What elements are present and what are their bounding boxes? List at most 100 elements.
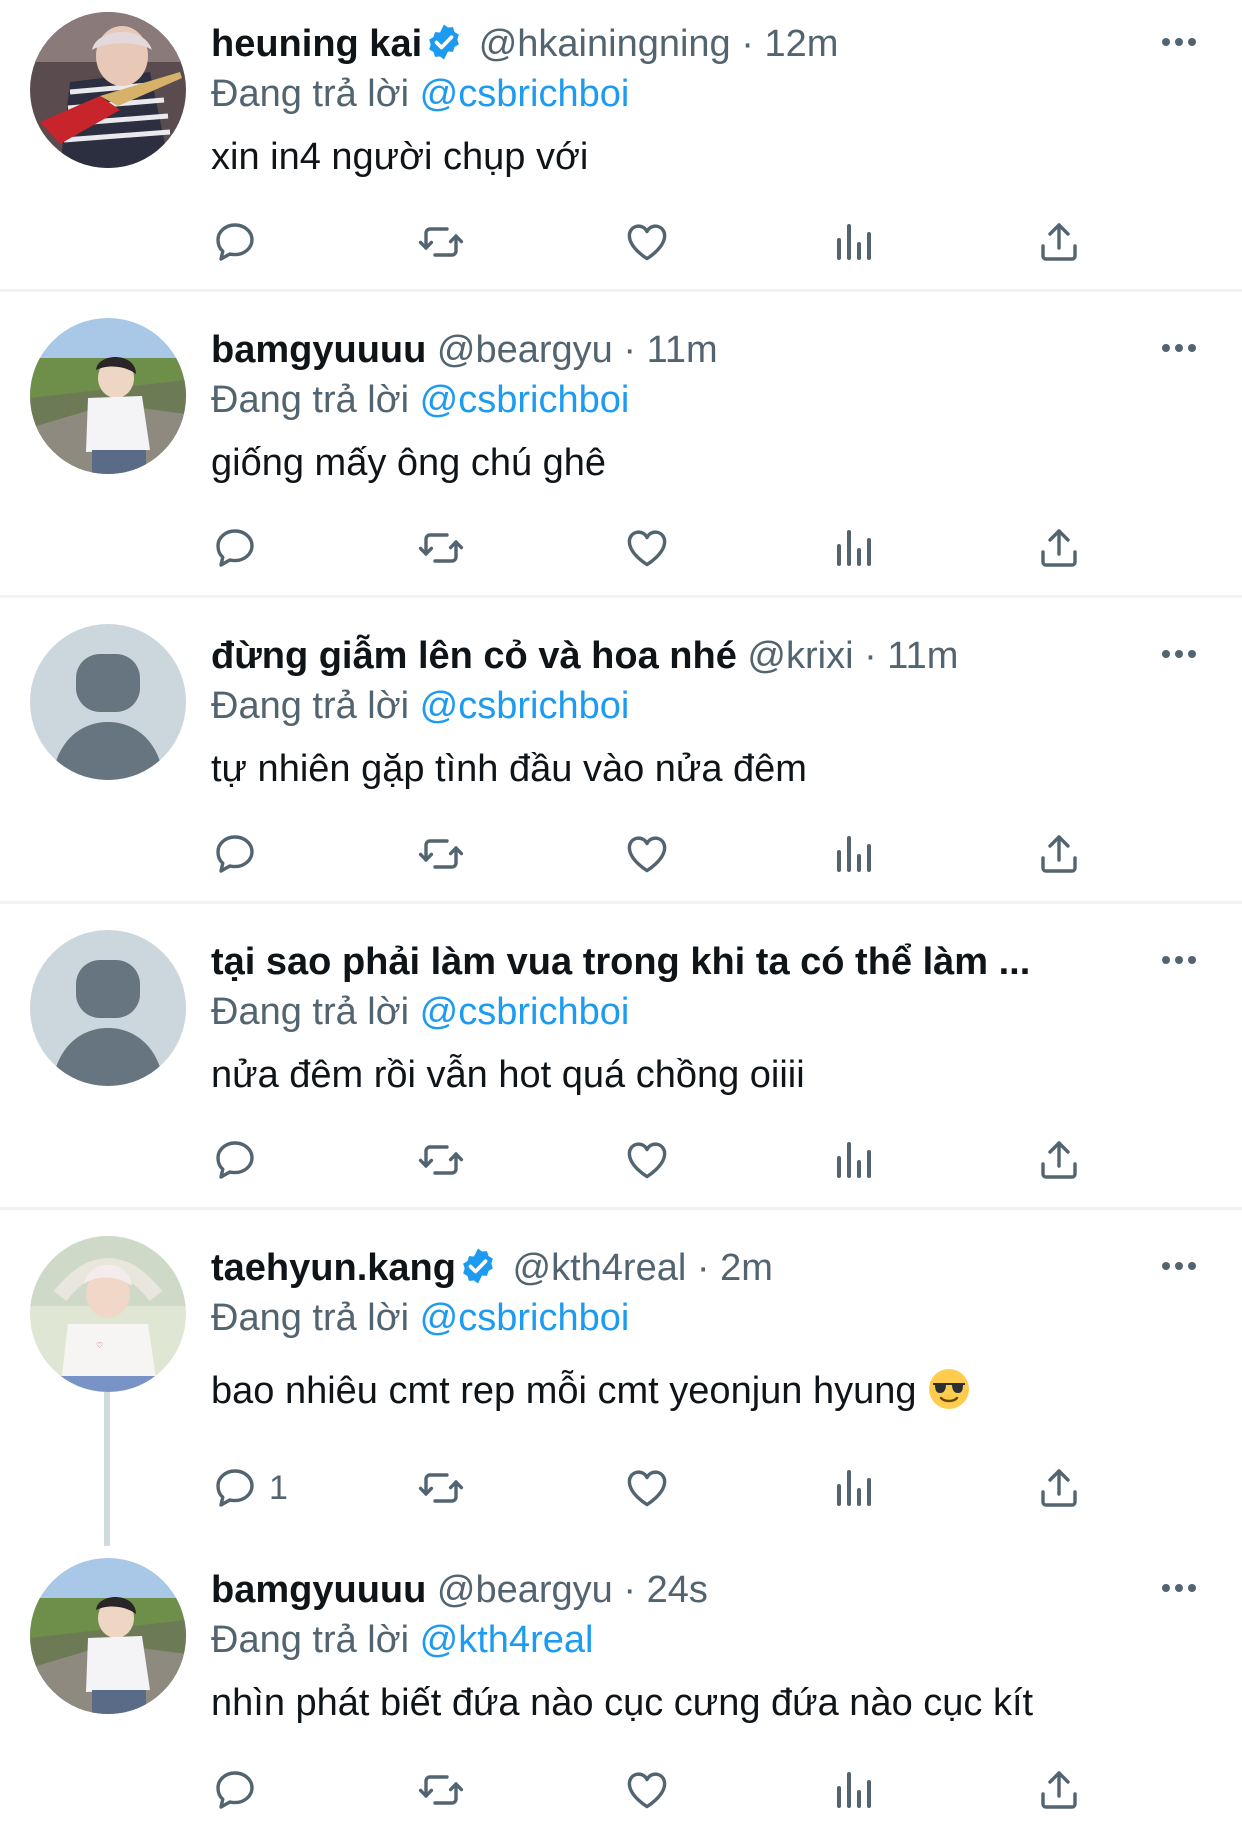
like-button[interactable] bbox=[623, 1460, 671, 1516]
retweet-button[interactable] bbox=[417, 826, 465, 882]
like-button[interactable] bbox=[623, 214, 671, 270]
timestamp[interactable]: 2m bbox=[720, 1247, 773, 1289]
timestamp[interactable]: 12m bbox=[764, 23, 838, 65]
share-icon bbox=[1035, 524, 1083, 572]
display-name[interactable]: heuning kai bbox=[211, 23, 422, 65]
like-button[interactable] bbox=[623, 826, 671, 882]
tweet-text: tự nhiên gặp tình đầu vào nửa đêm bbox=[211, 748, 807, 790]
retweet-icon bbox=[417, 1464, 465, 1512]
reply-mention-link[interactable]: @csbrichboi bbox=[420, 73, 630, 115]
like-button[interactable] bbox=[623, 520, 671, 576]
timestamp[interactable]: 24s bbox=[647, 1569, 708, 1611]
tweet-item[interactable]: tại sao phải làm vua trong khi ta có thể… bbox=[0, 918, 1242, 1210]
reply-icon bbox=[211, 1766, 259, 1814]
more-options-icon[interactable] bbox=[1158, 1246, 1200, 1286]
user-handle[interactable]: @hkainingning bbox=[479, 23, 731, 65]
avatar[interactable] bbox=[30, 318, 186, 474]
timestamp[interactable]: 11m bbox=[887, 635, 958, 677]
more-options-icon[interactable] bbox=[1158, 1568, 1200, 1608]
retweet-button[interactable] bbox=[417, 1460, 465, 1516]
bar-chart-icon bbox=[829, 218, 877, 266]
more-options-icon[interactable] bbox=[1158, 22, 1200, 62]
reply-mention-link[interactable]: @csbrichboi bbox=[420, 991, 630, 1033]
tweet-text: nhìn phát biết đứa nào cục cưng đứa nào … bbox=[211, 1682, 1034, 1724]
action-bar bbox=[211, 1132, 1111, 1188]
reply-button[interactable] bbox=[211, 826, 269, 882]
more-options-icon[interactable] bbox=[1158, 634, 1200, 674]
avatar[interactable] bbox=[30, 930, 186, 1086]
retweet-button[interactable] bbox=[417, 520, 465, 576]
action-bar bbox=[211, 826, 1111, 882]
tweet-item[interactable]: đừng giẫm lên cỏ và hoa nhé @krixi · 11m… bbox=[0, 612, 1242, 904]
separator-dot: · bbox=[696, 1247, 710, 1289]
reply-mention-link[interactable]: @csbrichboi bbox=[420, 685, 630, 727]
like-button[interactable] bbox=[623, 1762, 671, 1818]
avatar[interactable] bbox=[30, 1558, 186, 1714]
tweet-header: tại sao phải làm vua trong khi ta có thể… bbox=[211, 938, 1111, 986]
tweet-item[interactable]: bamgyuuuu @beargyu · 24s Đang trả lời @k… bbox=[0, 1546, 1242, 1823]
reply-button[interactable] bbox=[211, 214, 269, 270]
reply-mention-link[interactable]: @csbrichboi bbox=[420, 1297, 630, 1339]
heart-icon bbox=[623, 524, 671, 572]
heart-icon bbox=[623, 1464, 671, 1512]
share-button[interactable] bbox=[1035, 520, 1083, 576]
share-icon bbox=[1035, 830, 1083, 878]
reply-label: Đang trả lời bbox=[211, 1619, 410, 1661]
user-handle[interactable]: @beargyu bbox=[437, 329, 613, 371]
retweet-button[interactable] bbox=[417, 1132, 465, 1188]
tweet-text: giống mấy ông chú ghê bbox=[211, 442, 607, 484]
display-name[interactable]: đừng giẫm lên cỏ và hoa nhé bbox=[211, 635, 737, 677]
retweet-icon bbox=[417, 218, 465, 266]
tweet-item[interactable]: heuning kai @hkainingning · 12m Đang trả… bbox=[0, 0, 1242, 292]
views-button[interactable] bbox=[829, 826, 877, 882]
action-bar bbox=[211, 214, 1111, 270]
tweet-text: nửa đêm rồi vẫn hot quá chồng oiiii bbox=[211, 1054, 805, 1096]
share-button[interactable] bbox=[1035, 826, 1083, 882]
views-button[interactable] bbox=[829, 214, 877, 270]
like-button[interactable] bbox=[623, 1132, 671, 1188]
more-options-icon[interactable] bbox=[1158, 328, 1200, 368]
avatar[interactable] bbox=[30, 1236, 186, 1392]
reply-button[interactable]: 1 bbox=[211, 1460, 288, 1516]
share-button[interactable] bbox=[1035, 1460, 1083, 1516]
avatar[interactable] bbox=[30, 624, 186, 780]
user-handle[interactable]: @krixi bbox=[747, 635, 853, 677]
tweet-header: heuning kai @hkainingning · 12m bbox=[211, 20, 1111, 68]
share-button[interactable] bbox=[1035, 1132, 1083, 1188]
bar-chart-icon bbox=[829, 1766, 877, 1814]
display-name[interactable]: bamgyuuuu bbox=[211, 1569, 426, 1611]
views-button[interactable] bbox=[829, 1132, 877, 1188]
reply-button[interactable] bbox=[211, 1762, 269, 1818]
display-name[interactable]: taehyun.kang bbox=[211, 1247, 456, 1289]
bar-chart-icon bbox=[829, 1136, 877, 1184]
reply-button[interactable] bbox=[211, 520, 269, 576]
reply-mention-link[interactable]: @kth4real bbox=[420, 1619, 594, 1661]
display-name[interactable]: tại sao phải làm vua trong khi ta có thể… bbox=[211, 941, 1030, 983]
user-handle[interactable]: @kth4real bbox=[513, 1247, 687, 1289]
avatar[interactable] bbox=[30, 12, 186, 168]
reply-context: Đang trả lời @csbrichboi bbox=[211, 682, 629, 730]
reply-icon bbox=[211, 218, 259, 266]
timestamp[interactable]: 11m bbox=[647, 329, 718, 371]
tweet-header: bamgyuuuu @beargyu · 11m bbox=[211, 326, 1111, 374]
share-button[interactable] bbox=[1035, 1762, 1083, 1818]
reply-context: Đang trả lời @kth4real bbox=[211, 1616, 593, 1664]
views-button[interactable] bbox=[829, 1460, 877, 1516]
views-button[interactable] bbox=[829, 1762, 877, 1818]
retweet-icon bbox=[417, 524, 465, 572]
retweet-button[interactable] bbox=[417, 214, 465, 270]
tweet-item[interactable]: bamgyuuuu @beargyu · 11m Đang trả lời @c… bbox=[0, 306, 1242, 598]
reply-mention-link[interactable]: @csbrichboi bbox=[420, 379, 630, 421]
views-button[interactable] bbox=[829, 520, 877, 576]
action-bar bbox=[211, 1762, 1111, 1818]
user-handle[interactable]: @beargyu bbox=[437, 1569, 613, 1611]
share-button[interactable] bbox=[1035, 214, 1083, 270]
reply-button[interactable] bbox=[211, 1132, 269, 1188]
display-name[interactable]: bamgyuuuu bbox=[211, 329, 426, 371]
more-options-icon[interactable] bbox=[1158, 940, 1200, 980]
tweet-item[interactable]: taehyun.kang @kth4real · 2m Đang trả lời… bbox=[0, 1224, 1242, 1546]
share-icon bbox=[1035, 1464, 1083, 1512]
reply-context: Đang trả lời @csbrichboi bbox=[211, 988, 629, 1036]
retweet-icon bbox=[417, 1136, 465, 1184]
retweet-button[interactable] bbox=[417, 1762, 465, 1818]
